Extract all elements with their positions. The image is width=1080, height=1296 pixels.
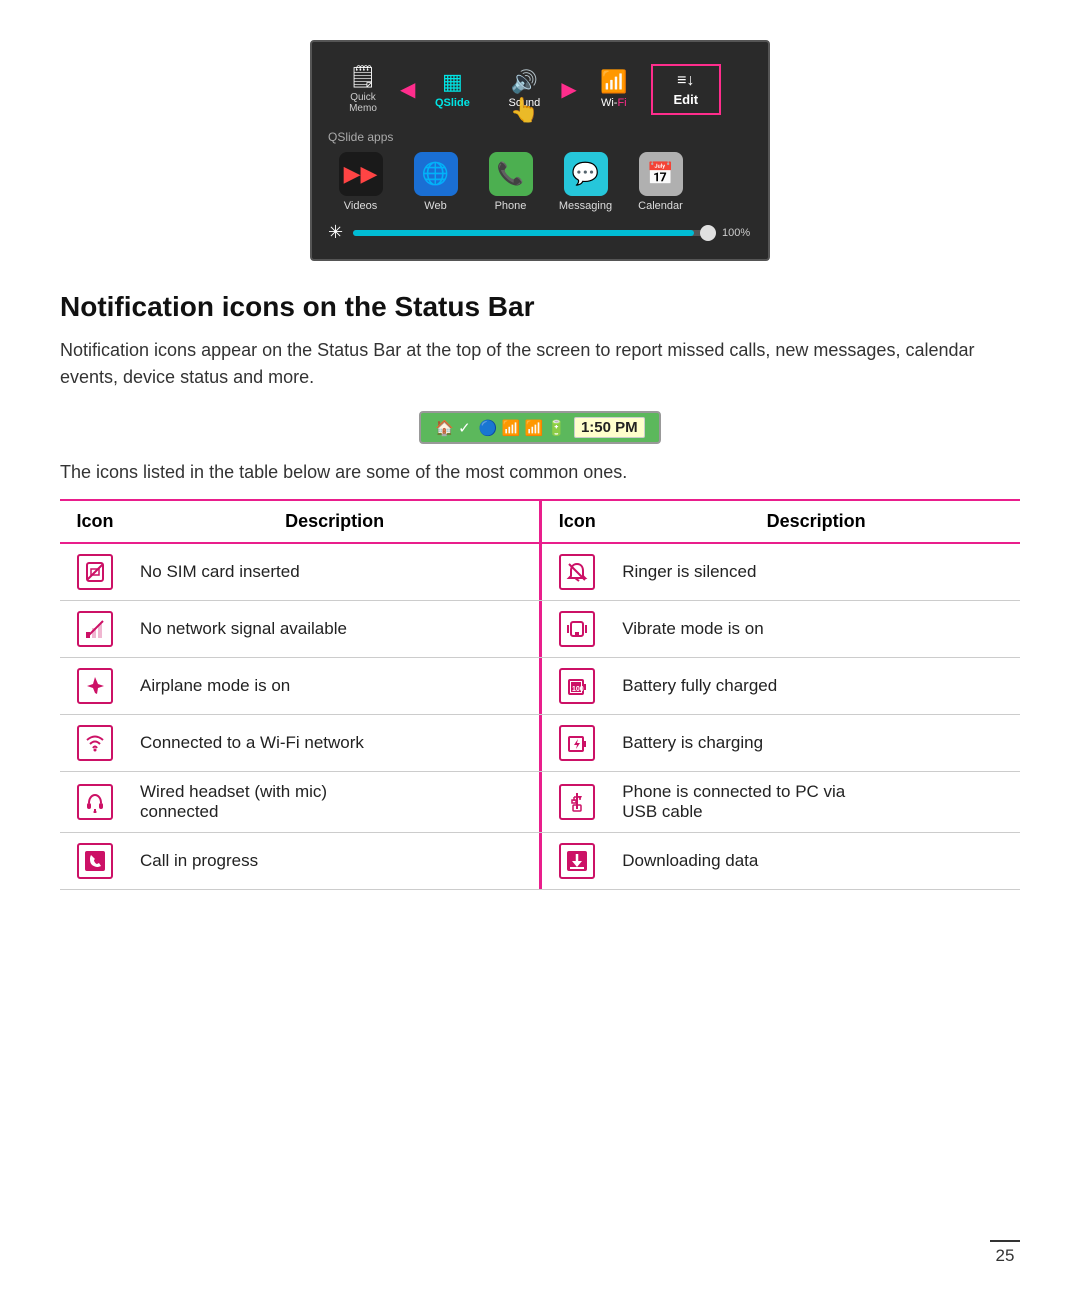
icons-table: Icon Description Icon Description bbox=[60, 501, 1020, 890]
wifi-ctrl[interactable]: 📶 Wi-Fi bbox=[579, 63, 649, 115]
table-row: Airplane mode is on 100 Battery fully ch… bbox=[60, 658, 1020, 715]
statusbar-time: 1:50 PM bbox=[574, 417, 645, 438]
desc-battery-full: Battery fully charged bbox=[612, 658, 1020, 715]
table-row: No network signal available Vibrate mode… bbox=[60, 601, 1020, 658]
statusbar-sample: 🏠 ✓ 🔵 📶 📶 🔋 1:50 PM bbox=[60, 411, 1020, 444]
icon-battery-charging bbox=[559, 725, 595, 761]
desc-no-signal: No network signal available bbox=[130, 601, 539, 658]
brightness-percent: 100% bbox=[722, 227, 752, 239]
desc-no-sim: No SIM card inserted bbox=[130, 543, 539, 601]
edit-ctrl[interactable]: ≡↓ Edit bbox=[651, 64, 721, 115]
table-row: Wired headset (with mic)connected bbox=[60, 772, 1020, 833]
phone-screenshot: 🗒 QuickMemo ◀ ▦ QSlide 🔊 Sound 👆 ▶ 📶 Wi-… bbox=[310, 40, 770, 261]
app-web[interactable]: 🌐 Web bbox=[403, 152, 468, 212]
section-description: Notification icons appear on the Status … bbox=[60, 337, 1020, 391]
icon-usb bbox=[559, 784, 595, 820]
icon-download bbox=[559, 843, 595, 879]
arrow-left-icon: ◀ bbox=[400, 77, 415, 102]
brightness-icon: ✳ bbox=[328, 222, 343, 243]
icon-call bbox=[77, 843, 113, 879]
icon-battery-full: 100 bbox=[559, 668, 595, 704]
app-calendar[interactable]: 📅 Calendar bbox=[628, 152, 693, 212]
desc-headset: Wired headset (with mic)connected bbox=[130, 772, 539, 833]
col-header-desc1: Description bbox=[130, 501, 539, 543]
arrow-right-icon: ▶ bbox=[561, 77, 576, 102]
col-header-icon1: Icon bbox=[60, 501, 130, 543]
icon-airplane bbox=[77, 668, 113, 704]
table-row: Connected to a Wi-Fi network Battery is … bbox=[60, 715, 1020, 772]
col-header-desc2: Description bbox=[612, 501, 1020, 543]
qslide-apps-label: QSlide apps bbox=[328, 130, 752, 144]
common-icons-label: The icons listed in the table below are … bbox=[60, 462, 1020, 483]
desc-ringer-silenced: Ringer is silenced bbox=[612, 543, 1020, 601]
icon-vibrate bbox=[559, 611, 595, 647]
table-row: Call in progress Downloading data bbox=[60, 833, 1020, 890]
quick-memo-ctrl[interactable]: 🗒 QuickMemo bbox=[328, 58, 398, 120]
table-row: No SIM card inserted Ringer is silenced bbox=[60, 543, 1020, 601]
desc-wifi: Connected to a Wi-Fi network bbox=[130, 715, 539, 772]
app-phone[interactable]: 📞 Phone bbox=[478, 152, 543, 212]
section-heading: Notification icons on the Status Bar bbox=[60, 291, 1020, 323]
icon-wifi bbox=[77, 725, 113, 761]
desc-download: Downloading data bbox=[612, 833, 1020, 890]
app-messaging[interactable]: 💬 Messaging bbox=[553, 152, 618, 212]
icon-no-signal bbox=[77, 611, 113, 647]
statusbar-left-icons: 🏠 ✓ bbox=[435, 419, 470, 437]
icons-table-wrapper: Icon Description Icon Description bbox=[60, 499, 1020, 890]
icon-headset bbox=[77, 784, 113, 820]
desc-airplane: Airplane mode is on bbox=[130, 658, 539, 715]
icon-ringer-silenced bbox=[559, 554, 595, 590]
desc-vibrate: Vibrate mode is on bbox=[612, 601, 1020, 658]
statusbar-center-icons: 🔵 📶 📶 🔋 bbox=[479, 419, 566, 437]
desc-battery-charging: Battery is charging bbox=[612, 715, 1020, 772]
icon-no-sim bbox=[77, 554, 113, 590]
col-header-icon2: Icon bbox=[542, 501, 612, 543]
svg-text:100: 100 bbox=[572, 686, 584, 693]
desc-call: Call in progress bbox=[130, 833, 539, 890]
qslide-ctrl[interactable]: ▦ QSlide bbox=[417, 63, 487, 115]
page-number: 25 bbox=[990, 1240, 1020, 1266]
desc-usb: Phone is connected to PC viaUSB cable bbox=[612, 772, 1020, 833]
app-videos[interactable]: ▶▶ Videos bbox=[328, 152, 393, 212]
sound-ctrl[interactable]: 🔊 Sound 👆 bbox=[489, 63, 559, 115]
